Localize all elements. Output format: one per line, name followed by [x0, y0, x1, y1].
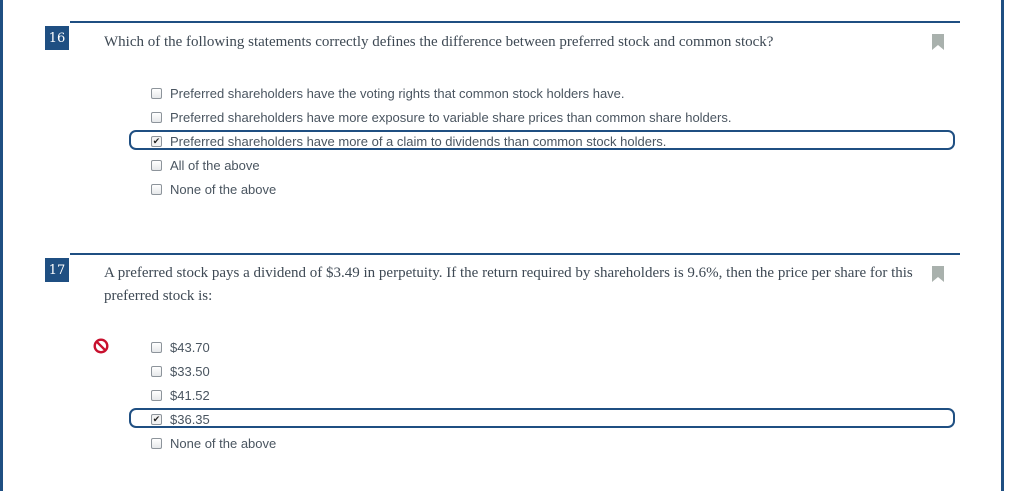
answer-label: Preferred shareholders have more exposur… — [170, 109, 732, 125]
answer-checkbox[interactable] — [151, 159, 162, 171]
answer-option[interactable]: $41.52 — [148, 384, 210, 406]
answer-label: All of the above — [170, 157, 260, 173]
answer-option-selected[interactable]: ✔ $36.35 — [148, 408, 210, 430]
question-text: Which of the following statements correc… — [104, 34, 774, 50]
answer-label: $36.35 — [170, 411, 210, 427]
answer-label: $33.50 — [170, 363, 210, 379]
answer-option[interactable]: All of the above — [148, 154, 260, 176]
frame-right-border — [1001, 0, 1004, 491]
answer-label: None of the above — [170, 435, 277, 451]
answer-checkbox[interactable] — [151, 389, 162, 401]
answer-checkbox[interactable] — [151, 87, 162, 99]
answer-label: $41.52 — [170, 387, 210, 403]
answer-checkbox-checked[interactable]: ✔ — [151, 135, 162, 147]
answer-label: None of the above — [170, 181, 277, 197]
incorrect-icon — [93, 338, 109, 354]
answer-option[interactable]: $33.50 — [148, 360, 210, 382]
answer-option[interactable]: Preferred shareholders have more exposur… — [148, 106, 731, 128]
answer-checkbox[interactable] — [151, 365, 162, 377]
answer-label: $43.70 — [170, 339, 210, 355]
question-divider — [70, 21, 960, 23]
frame-left-border — [0, 0, 3, 491]
bookmark-icon[interactable] — [932, 34, 944, 50]
answer-option[interactable]: None of the above — [148, 432, 276, 454]
selected-option-highlight — [129, 408, 955, 428]
answer-option[interactable]: None of the above — [148, 178, 276, 200]
question-divider — [70, 253, 960, 255]
answer-checkbox[interactable] — [151, 111, 162, 123]
question-text: A preferred stock pays a dividend of $3.… — [104, 265, 913, 304]
question-number: 17 — [45, 258, 69, 282]
answer-checkbox-checked[interactable]: ✔ — [151, 413, 162, 425]
answer-option-selected[interactable]: ✔ Preferred shareholders have more of a … — [148, 130, 666, 152]
bookmark-icon[interactable] — [932, 266, 944, 282]
answer-label: Preferred shareholders have the voting r… — [170, 85, 625, 101]
question-number: 16 — [45, 26, 69, 50]
answer-checkbox[interactable] — [151, 341, 162, 353]
answer-checkbox[interactable] — [151, 437, 162, 449]
answer-checkbox[interactable] — [151, 183, 162, 195]
answer-option[interactable]: $43.70 — [148, 336, 210, 358]
answer-label: Preferred shareholders have more of a cl… — [170, 133, 667, 149]
answer-option[interactable]: Preferred shareholders have the voting r… — [148, 82, 625, 104]
